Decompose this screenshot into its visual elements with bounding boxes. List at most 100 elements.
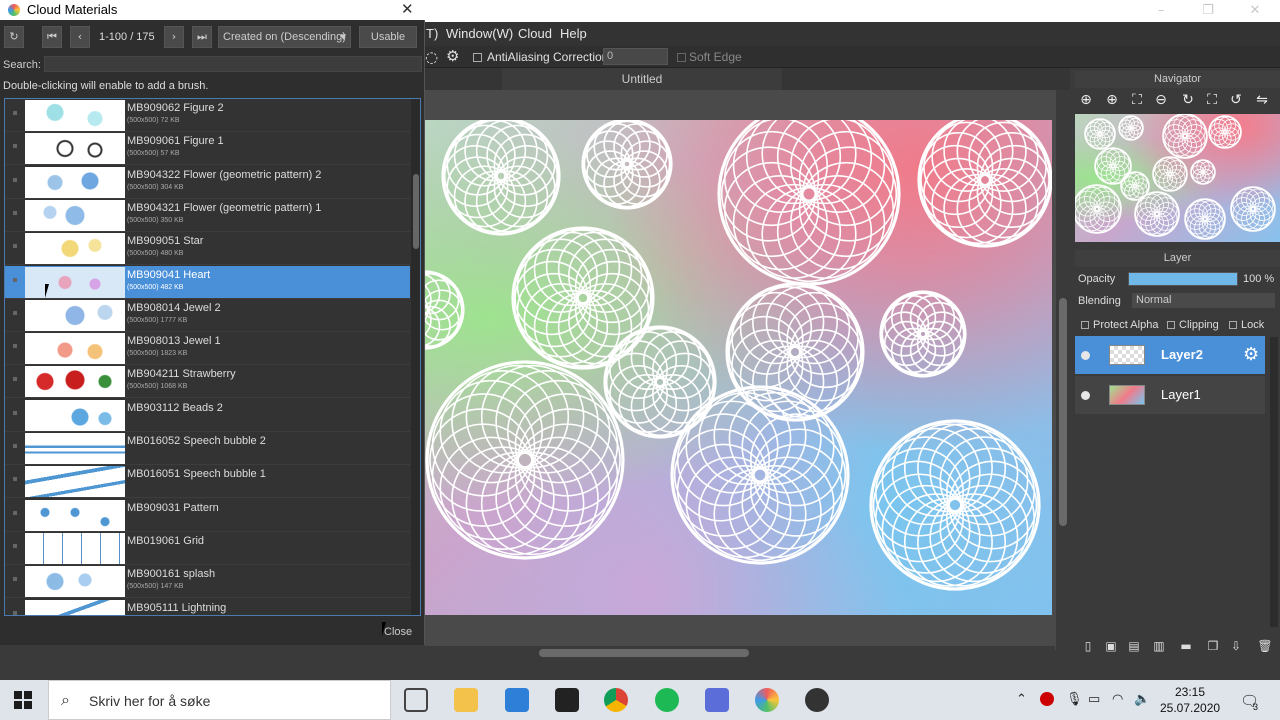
expand-arrow-icon[interactable] bbox=[13, 277, 17, 282]
zoom-out-icon[interactable]: ⊖ bbox=[1152, 91, 1170, 109]
list-item[interactable]: MB909031 Pattern bbox=[5, 499, 410, 532]
list-item[interactable]: MB016052 Speech bubble 2 bbox=[5, 432, 410, 465]
file-explorer-icon[interactable] bbox=[454, 688, 478, 712]
medibang-icon[interactable] bbox=[755, 688, 779, 712]
expand-arrow-icon[interactable] bbox=[13, 244, 17, 249]
protect-alpha-checkbox[interactable] bbox=[1081, 321, 1089, 329]
clock[interactable]: 23:15 25.07.2020 bbox=[1160, 684, 1220, 716]
add-layer-menu-icon[interactable]: ▥ bbox=[1151, 638, 1167, 654]
game-app-icon[interactable] bbox=[705, 688, 729, 712]
list-item[interactable]: MB904211 Strawberry (500x500) 1068 KB bbox=[5, 365, 410, 399]
expand-arrow-icon[interactable] bbox=[13, 444, 17, 448]
expand-arrow-icon[interactable] bbox=[13, 344, 17, 349]
list-item[interactable]: MB016051 Speech bubble 1 bbox=[5, 465, 410, 499]
fullscreen-icon[interactable]: ⛶ bbox=[1203, 91, 1221, 109]
expand-arrow-icon[interactable] bbox=[13, 377, 17, 382]
next-page-button[interactable]: › bbox=[164, 26, 184, 48]
taskbar-search[interactable]: ⌕ Skriv her for å søke bbox=[48, 680, 391, 720]
task-view-icon[interactable] bbox=[404, 688, 428, 712]
expand-arrow-icon[interactable] bbox=[13, 210, 17, 215]
expand-arrow-icon[interactable] bbox=[13, 477, 17, 482]
soft-edge-checkbox[interactable] bbox=[677, 53, 686, 62]
expand-arrow-icon[interactable] bbox=[13, 610, 17, 615]
clipping-checkbox[interactable] bbox=[1167, 321, 1175, 329]
menu-item-window[interactable]: Window(W) bbox=[446, 26, 513, 41]
expand-arrow-icon[interactable] bbox=[13, 543, 17, 548]
expand-arrow-icon[interactable] bbox=[13, 310, 17, 315]
list-item[interactable]: MB909041 Heart (500x500) 482 KB bbox=[5, 265, 410, 299]
layer-settings-gear-icon[interactable]: ⚙ bbox=[1243, 344, 1259, 365]
lock-checkbox[interactable] bbox=[1229, 321, 1237, 329]
list-scroll-thumb[interactable] bbox=[413, 174, 419, 249]
navigator-preview[interactable] bbox=[1075, 114, 1280, 242]
list-item[interactable]: MB900161 splash (500x500) 147 KB bbox=[5, 565, 410, 599]
settings-gear-icon[interactable]: ⚙ bbox=[446, 47, 459, 65]
obs-icon[interactable] bbox=[805, 688, 829, 712]
layer-row-layer1[interactable]: Layer1 bbox=[1075, 376, 1265, 414]
menu-item-tool[interactable]: T) bbox=[426, 26, 438, 41]
rotate-reset-icon[interactable]: ↺ bbox=[1227, 91, 1245, 109]
store-icon[interactable] bbox=[555, 688, 579, 712]
layer-row-layer2[interactable]: Layer2 ⚙ bbox=[1075, 336, 1265, 374]
correction-dropdown[interactable]: 0 bbox=[603, 48, 668, 65]
expand-arrow-icon[interactable] bbox=[13, 144, 17, 149]
list-item[interactable]: MB909062 Figure 2 (500x500) 72 KB bbox=[5, 99, 410, 132]
first-page-button[interactable]: ⏮ bbox=[42, 26, 62, 48]
merge-layer-icon[interactable]: ⇩ bbox=[1228, 638, 1244, 654]
visibility-icon[interactable] bbox=[1081, 391, 1090, 400]
search-input[interactable] bbox=[44, 56, 422, 72]
canvas-artwork[interactable] bbox=[425, 120, 1052, 615]
wifi-icon[interactable]: ◠ bbox=[1112, 692, 1123, 707]
opacity-slider[interactable] bbox=[1128, 272, 1238, 286]
rotate-icon[interactable]: ↻ bbox=[1179, 91, 1197, 109]
delete-layer-icon[interactable]: 🗑 bbox=[1257, 638, 1273, 654]
start-button[interactable] bbox=[14, 691, 32, 709]
zoom-in-icon[interactable]: ⊕ bbox=[1077, 91, 1095, 109]
tray-app-icon[interactable] bbox=[1040, 692, 1054, 706]
duplicate-layer-icon[interactable]: ❐ bbox=[1205, 638, 1221, 654]
list-item[interactable]: MB904322 Flower (geometric pattern) 2 (50… bbox=[5, 166, 410, 199]
spotify-icon[interactable] bbox=[655, 688, 679, 712]
expand-arrow-icon[interactable] bbox=[13, 111, 17, 115]
new-layer-8bit-icon[interactable]: ▣ bbox=[1103, 638, 1119, 654]
mail-icon[interactable] bbox=[505, 688, 529, 712]
tray-expand-icon[interactable]: ⌃ bbox=[1016, 692, 1027, 707]
prev-page-button[interactable]: ‹ bbox=[70, 26, 90, 48]
new-layer-1bit-icon[interactable]: ▤ bbox=[1126, 638, 1142, 654]
refresh-button[interactable]: ↻ bbox=[4, 26, 24, 48]
usable-toggle[interactable]: Usable bbox=[359, 26, 417, 48]
close-window-icon[interactable]: ✕ bbox=[1247, 3, 1263, 19]
lasso-icon[interactable]: ◌ bbox=[425, 48, 438, 66]
close-button[interactable]: Close bbox=[384, 626, 412, 638]
tab-untitled[interactable]: Untitled bbox=[502, 68, 782, 90]
hscroll-thumb[interactable] bbox=[539, 649, 749, 657]
list-item[interactable]: MB908014 Jewel 2 (500x500) 1777 KB bbox=[5, 299, 410, 332]
battery-icon[interactable]: ▭ bbox=[1088, 692, 1100, 707]
list-scrollbar[interactable] bbox=[411, 99, 420, 615]
chrome-icon[interactable] bbox=[604, 688, 628, 712]
blending-dropdown[interactable]: Normal bbox=[1132, 293, 1275, 308]
minimize-icon[interactable]: – bbox=[1153, 3, 1169, 19]
antialias-checkbox[interactable] bbox=[473, 53, 482, 62]
vscroll-thumb[interactable] bbox=[1059, 298, 1067, 526]
list-item[interactable]: MB019061 Grid bbox=[5, 532, 410, 565]
restore-icon[interactable]: ❐ bbox=[1200, 3, 1216, 19]
list-item[interactable]: MB909061 Figure 1 (500x500) 57 KB bbox=[5, 132, 410, 166]
list-item[interactable]: MB905111 Lightning bbox=[5, 599, 410, 615]
visibility-icon[interactable] bbox=[1081, 351, 1090, 360]
menu-item-cloud[interactable]: Cloud bbox=[518, 26, 552, 41]
expand-arrow-icon[interactable] bbox=[13, 510, 17, 515]
folder-icon[interactable]: ▬ bbox=[1178, 638, 1194, 654]
layer-scrollbar[interactable] bbox=[1270, 337, 1278, 627]
volume-icon[interactable]: 🔈 bbox=[1134, 692, 1150, 707]
dialog-close-icon[interactable]: ✕ bbox=[401, 0, 414, 18]
new-layer-icon[interactable]: ▯ bbox=[1080, 638, 1096, 654]
menu-item-help[interactable]: Help bbox=[560, 26, 587, 41]
expand-arrow-icon[interactable] bbox=[13, 177, 17, 182]
list-item[interactable]: MB908013 Jewel 1 (500x500) 1823 KB bbox=[5, 332, 410, 366]
list-item[interactable]: MB904321 Flower (geometric pattern) 1 (50… bbox=[5, 199, 410, 232]
zoom-in-alt-icon[interactable]: ⊕ bbox=[1103, 91, 1121, 109]
canvas-horizontal-scrollbar[interactable] bbox=[425, 646, 1055, 660]
expand-arrow-icon[interactable] bbox=[13, 410, 17, 415]
canvas-vertical-scrollbar[interactable] bbox=[1056, 90, 1070, 650]
